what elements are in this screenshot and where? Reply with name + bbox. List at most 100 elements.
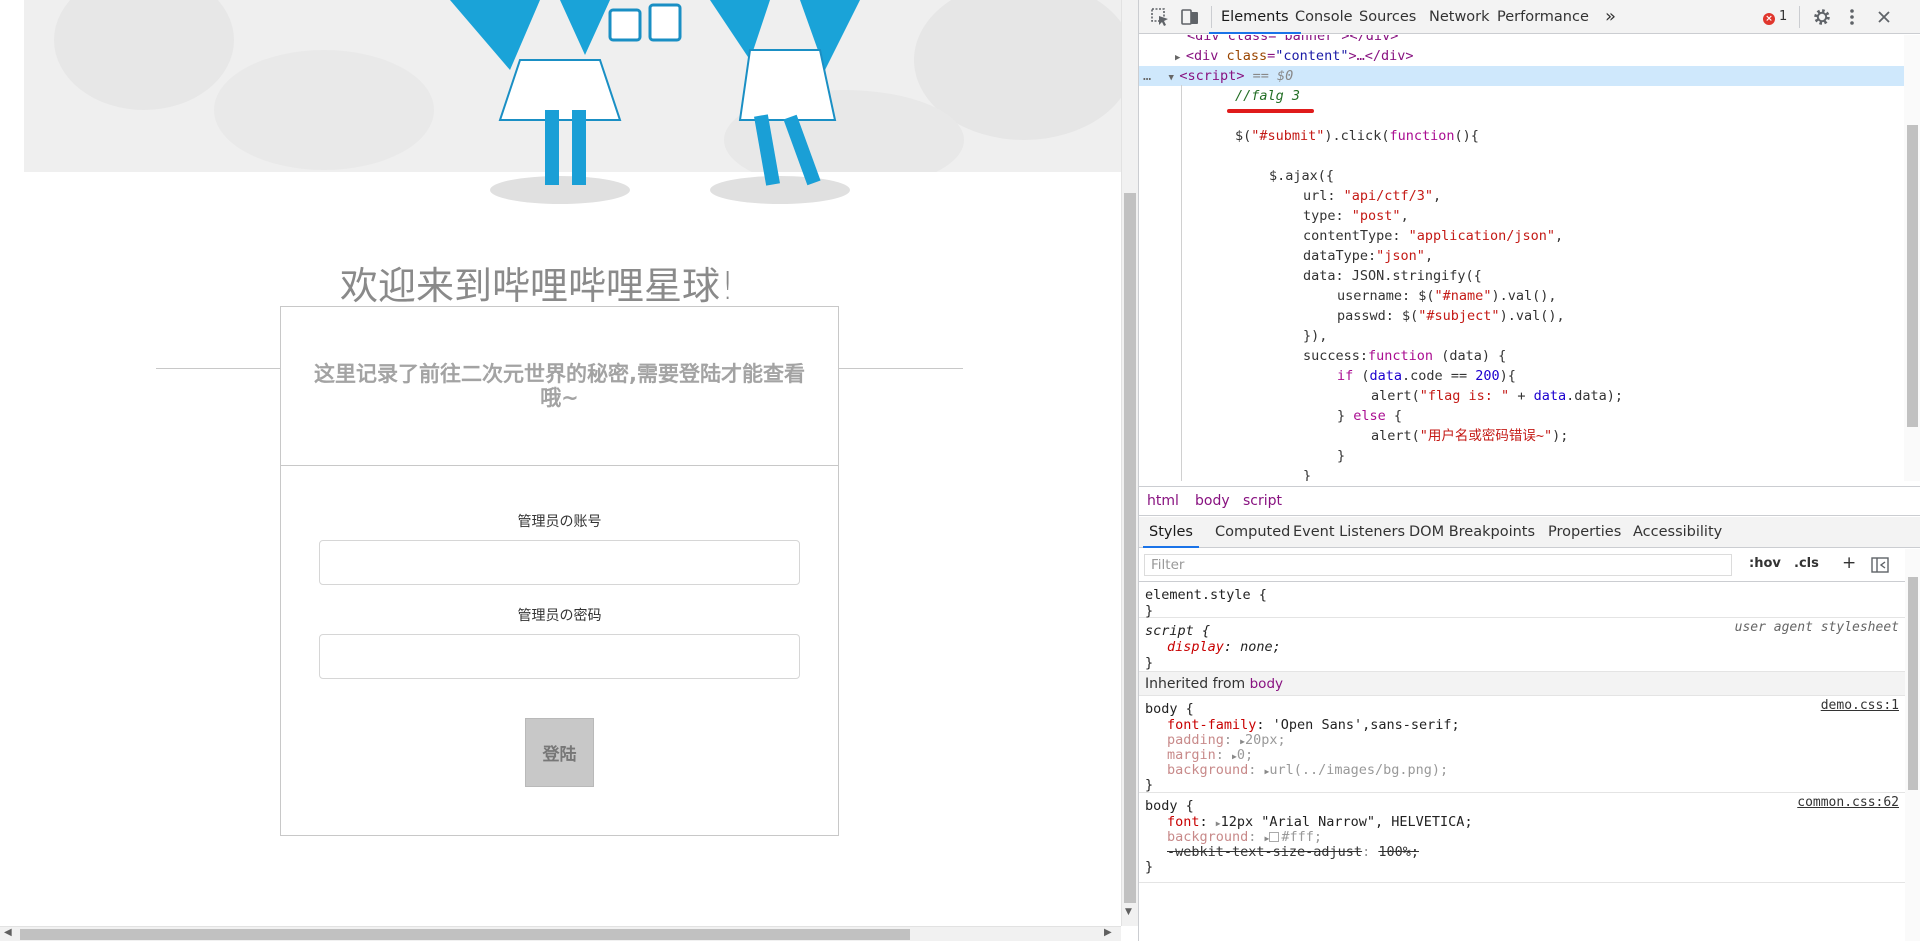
code-token: data bbox=[1369, 368, 1403, 384]
css-line: element.style { bbox=[1145, 586, 1267, 604]
code-token: contentType: bbox=[1303, 228, 1409, 244]
username-label: 管理员の账号 bbox=[517, 514, 602, 530]
css-selector: body { bbox=[1145, 701, 1194, 717]
new-rule-button[interactable]: + bbox=[1842, 553, 1856, 573]
tab-sources[interactable]: Sources bbox=[1359, 0, 1416, 34]
settings-icon[interactable] bbox=[1811, 6, 1833, 28]
dom-attr-name: class bbox=[1226, 48, 1268, 64]
toolbar-separator bbox=[1799, 6, 1800, 28]
tab-performance[interactable]: Performance bbox=[1497, 0, 1589, 34]
breadcrumb-script[interactable]: script bbox=[1243, 493, 1282, 509]
dom-line[interactable]: type: "post", bbox=[1139, 206, 1904, 226]
code-token: "application/json" bbox=[1408, 228, 1555, 244]
dom-line[interactable]: success:function (data) { bbox=[1139, 346, 1904, 366]
code-token: "#submit" bbox=[1251, 128, 1325, 144]
code-token: ){ bbox=[1499, 368, 1516, 384]
code-token: type: bbox=[1303, 208, 1352, 224]
dom-line[interactable]: alert("用户名或密码错误~"); bbox=[1139, 426, 1904, 446]
sidebar-toggle-icon[interactable] bbox=[1871, 557, 1889, 573]
page-vertical-scrollbar[interactable]: ▼ bbox=[1121, 0, 1138, 926]
kebab-menu-icon[interactable] bbox=[1841, 6, 1863, 28]
close-icon[interactable] bbox=[1873, 6, 1895, 28]
script-code: alert("用户名或密码错误~"); bbox=[1371, 428, 1568, 444]
tab-console[interactable]: Console bbox=[1295, 0, 1353, 34]
dom-line[interactable]: dataType:"json", bbox=[1139, 246, 1904, 266]
class-toggle[interactable]: .cls bbox=[1794, 556, 1819, 571]
rule-source-link[interactable]: demo.css:1 bbox=[1821, 698, 1899, 713]
code-token: , bbox=[1433, 188, 1442, 204]
hover-state-toggle[interactable]: :hov bbox=[1749, 556, 1781, 571]
dom-line[interactable]: contentType: "application/json", bbox=[1139, 226, 1904, 246]
dom-line[interactable]: data: JSON.stringify({ bbox=[1139, 266, 1904, 286]
ellipsis-icon[interactable]: … bbox=[1143, 68, 1151, 84]
styles-scrollbar[interactable] bbox=[1905, 549, 1920, 941]
css-line: -webkit-text-size-adjust: 100%; bbox=[1167, 843, 1419, 861]
code-token: "#subject" bbox=[1418, 308, 1500, 324]
rule-source-link[interactable]: common.css:62 bbox=[1797, 795, 1899, 810]
scroll-right-arrow-icon[interactable]: ▶ bbox=[1104, 927, 1112, 938]
tab-styles[interactable]: Styles bbox=[1143, 517, 1199, 548]
expanded-triangle-icon[interactable]: ▼ bbox=[1163, 73, 1179, 83]
dom-line[interactable]: $.ajax({ bbox=[1139, 166, 1904, 186]
breadcrumb-body[interactable]: body bbox=[1195, 493, 1230, 509]
tab-properties[interactable]: Properties bbox=[1548, 517, 1621, 548]
collapsed-triangle-icon[interactable]: ▶ bbox=[1175, 53, 1186, 63]
dom-line[interactable]: }), bbox=[1139, 326, 1904, 346]
dom-line[interactable]: } bbox=[1139, 446, 1904, 466]
dom-line[interactable]: url: "api/ctf/3", bbox=[1139, 186, 1904, 206]
breadcrumb-html[interactable]: html bbox=[1147, 493, 1179, 509]
script-code: }), bbox=[1303, 328, 1327, 344]
css-value: 'Open Sans',sans-serif; bbox=[1272, 717, 1460, 733]
css-brace: } bbox=[1145, 655, 1154, 671]
dom-tree-scroll-thumb[interactable] bbox=[1907, 125, 1918, 427]
code-token: if bbox=[1337, 368, 1354, 384]
scroll-down-arrow-icon[interactable]: ▼ bbox=[1125, 907, 1132, 917]
page-horizontal-scrollbar[interactable]: ◀ ▶ bbox=[0, 926, 1121, 941]
tab-computed[interactable]: Computed bbox=[1215, 517, 1290, 548]
css-line: } bbox=[1145, 858, 1153, 876]
tab-elements[interactable]: Elements bbox=[1209, 0, 1301, 34]
code-token: , bbox=[1400, 208, 1409, 224]
dom-line[interactable]: <div class="banner"></div> bbox=[1139, 35, 1904, 46]
tab-accessibility[interactable]: Accessibility bbox=[1633, 517, 1722, 548]
tab-event-listeners[interactable]: Event Listeners bbox=[1293, 517, 1405, 548]
styles-filter-input[interactable] bbox=[1144, 554, 1732, 576]
dom-line[interactable]: } else { bbox=[1139, 406, 1904, 426]
code-token: ).val(), bbox=[1491, 288, 1557, 304]
color-swatch[interactable] bbox=[1269, 832, 1280, 842]
login-button[interactable]: 登陆 bbox=[525, 718, 594, 787]
dom-line[interactable]: username: $("#name").val(), bbox=[1139, 286, 1904, 306]
scroll-left-arrow-icon[interactable]: ◀ bbox=[4, 927, 12, 938]
dom-line[interactable]: if (data.code == 200){ bbox=[1139, 366, 1904, 386]
mascot-illustration bbox=[450, 0, 860, 204]
code-token: (data) { bbox=[1433, 348, 1507, 364]
tab-network[interactable]: Network bbox=[1429, 0, 1490, 34]
tab-dom-breakpoints[interactable]: DOM Breakpoints bbox=[1409, 517, 1535, 548]
dom-line[interactable]: //falg 3 bbox=[1139, 86, 1904, 106]
dom-line[interactable]: ▶ <div class="content">…</div> bbox=[1139, 46, 1904, 66]
horizontal-scroll-thumb[interactable] bbox=[20, 929, 910, 940]
css-colon: : bbox=[1362, 844, 1379, 860]
code-token: alert( bbox=[1371, 388, 1420, 404]
dom-line[interactable]: } bbox=[1139, 466, 1904, 481]
password-input[interactable] bbox=[319, 634, 800, 679]
dom-line[interactable]: $("#submit").click(function(){ bbox=[1139, 126, 1904, 146]
error-counter[interactable]: × 1 bbox=[1763, 9, 1787, 25]
dom-tag-close: > bbox=[1348, 48, 1357, 64]
dom-line[interactable]: alert("flag is: " + data.data); bbox=[1139, 386, 1904, 406]
more-tabs-button[interactable]: » bbox=[1605, 0, 1616, 34]
inherited-tag: body bbox=[1249, 676, 1283, 692]
rule-source: user agent stylesheet bbox=[1734, 620, 1899, 635]
devtools-toolbar: × 1 Elements Console Sources Network Performa… bbox=[1139, 0, 1920, 34]
dom-line[interactable] bbox=[1139, 146, 1904, 166]
dom-tree-scrollbar[interactable] bbox=[1904, 35, 1920, 481]
device-toolbar-icon[interactable] bbox=[1179, 6, 1201, 28]
code-token: ).val(), bbox=[1499, 308, 1565, 324]
inspect-icon[interactable] bbox=[1149, 6, 1171, 28]
username-input[interactable] bbox=[319, 540, 800, 585]
dom-line-selected[interactable]: … ▼ <script> == $0 bbox=[1139, 66, 1904, 86]
dom-line[interactable]: passwd: $("#subject").val(), bbox=[1139, 306, 1904, 326]
css-selector: body { bbox=[1145, 798, 1194, 814]
styles-scroll-thumb[interactable] bbox=[1908, 577, 1918, 790]
vertical-scroll-thumb[interactable] bbox=[1124, 193, 1136, 903]
